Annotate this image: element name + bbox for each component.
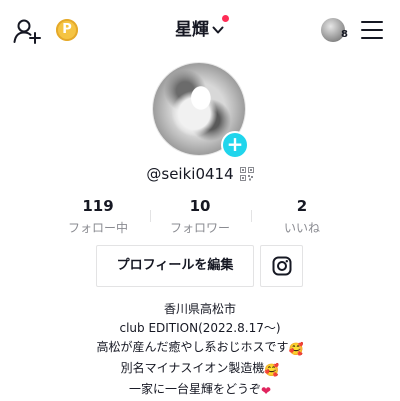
- bio-line: 香川県高松市: [163, 302, 236, 316]
- stat-likes-label: いいね: [283, 221, 320, 235]
- hamburger-menu-icon[interactable]: [361, 21, 383, 39]
- stat-followers-label: フォロワー: [169, 221, 230, 235]
- stat-following-count: 119: [82, 197, 114, 215]
- stat-likes-count: 2: [296, 197, 308, 215]
- stat-following[interactable]: 119 フォロー中: [50, 196, 146, 237]
- bio-line-text: 一家に一台星輝をどうぞ: [128, 382, 261, 396]
- coin-icon[interactable]: P: [56, 19, 78, 41]
- bio-line-text: 高松が産んだ癒やし系おじホスです: [96, 340, 289, 354]
- profile-handle: @seiki0414: [146, 165, 234, 183]
- notification-dot: [222, 15, 229, 22]
- smiling-hearts-emoji: 🥰: [288, 342, 304, 356]
- chevron-down-icon: [212, 26, 224, 34]
- profile-header: P 星輝 8: [0, 0, 400, 62]
- stat-followers-count: 10: [189, 197, 211, 215]
- instagram-icon: [272, 256, 291, 276]
- smiling-hearts-emoji: 🥰: [264, 363, 280, 377]
- stat-following-label: フォロー中: [67, 221, 128, 235]
- add-avatar-plus-icon[interactable]: +: [221, 131, 249, 159]
- add-user-icon[interactable]: [13, 18, 41, 44]
- account-switcher[interactable]: 星輝: [175, 16, 224, 44]
- bio-line: club EDITION(2022.8.17〜): [119, 321, 281, 335]
- stat-likes[interactable]: 2 いいね: [254, 196, 350, 237]
- profile-bio: 香川県高松市 club EDITION(2022.8.17〜) 高松が産んだ癒や…: [0, 300, 400, 401]
- bio-line: 高松が産んだ癒やし系おじホスです🥰: [0, 338, 400, 359]
- stat-divider: [251, 210, 252, 222]
- handle-row: @seiki0414: [0, 164, 400, 184]
- edit-profile-button[interactable]: プロフィールを編集: [96, 245, 254, 287]
- stat-followers[interactable]: 10 フォロワー: [152, 196, 248, 237]
- bio-line: 一家に一台星輝をどうぞ❤: [0, 380, 400, 401]
- account-username: 星輝: [175, 20, 209, 40]
- qr-code-icon[interactable]: [239, 167, 254, 181]
- bio-line: 別名マイナスイオン製造機🥰: [0, 359, 400, 380]
- notification-count: 8: [341, 29, 348, 40]
- stat-divider: [150, 210, 151, 222]
- red-heart-emoji: ❤: [260, 384, 272, 398]
- bio-line-text: 別名マイナスイオン製造機: [120, 361, 265, 375]
- instagram-button[interactable]: [260, 245, 303, 287]
